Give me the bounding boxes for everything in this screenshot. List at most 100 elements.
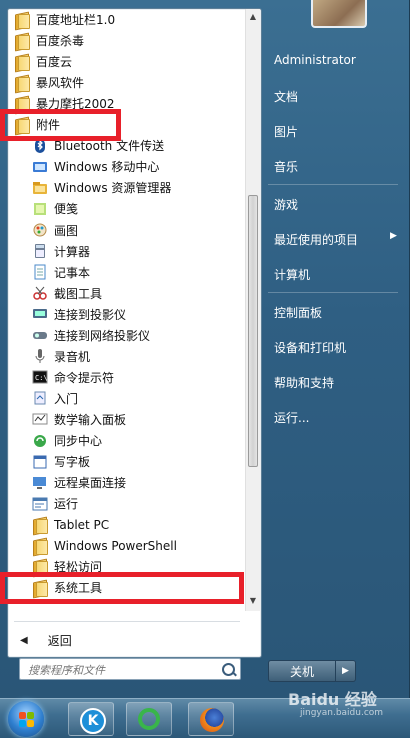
sticky-notes-icon (32, 201, 48, 217)
program-item[interactable]: 百度杀毒 (8, 30, 244, 51)
back-button[interactable]: ◀ 返回 (16, 629, 72, 651)
program-item[interactable]: 同步中心 (8, 430, 244, 451)
program-item[interactable]: Tablet PC (8, 514, 244, 535)
start-button[interactable] (8, 701, 44, 737)
program-item-label: 百度地址栏1.0 (36, 13, 116, 27)
programs-pane: 百度地址栏1.0 百度杀毒 百度云 暴风软件 暴力摩托2002 附件 Bluetooth 文… (7, 8, 262, 658)
run-icon (32, 496, 48, 512)
shutdown-button[interactable]: 关机 (268, 660, 336, 682)
program-item-label: 截图工具 (54, 286, 103, 301)
program-item-label: 连接到投影仪 (54, 307, 127, 322)
folder-icon (32, 538, 48, 555)
program-item-label: Windows 移动中心 (54, 160, 160, 175)
firefox-icon (200, 708, 224, 732)
program-item-label: 百度杀毒 (36, 34, 85, 49)
program-item[interactable]: C:\ 命令提示符 (8, 367, 244, 388)
program-item-label: 入门 (54, 391, 79, 406)
browser-e-icon (138, 708, 160, 730)
program-item-label: 写字板 (54, 455, 91, 470)
program-item-label: 命令提示符 (54, 370, 115, 385)
program-item[interactable]: 远程桌面连接 (8, 472, 244, 493)
program-item-label: 运行 (54, 497, 79, 512)
divider (268, 184, 398, 185)
program-item[interactable]: 暴风软件 (8, 72, 244, 93)
cmd-icon: C:\ (32, 369, 48, 385)
search-input[interactable] (26, 662, 215, 679)
right-item-games[interactable]: 游戏 (274, 196, 298, 213)
user-avatar[interactable] (311, 0, 367, 28)
search-box[interactable] (19, 658, 241, 680)
program-item[interactable]: 写字板 (8, 451, 244, 472)
right-item-music[interactable]: 音乐 (274, 158, 298, 175)
right-item-devices-printers[interactable]: 设备和打印机 (274, 339, 346, 356)
back-label: 返回 (47, 633, 72, 648)
folder-icon (32, 517, 48, 534)
program-item-label: 数学输入面板 (54, 412, 127, 427)
windows-logo-icon (27, 720, 34, 727)
program-item[interactable]: 便笺 (8, 198, 244, 219)
mobility-center-icon (32, 159, 48, 175)
program-item[interactable]: 数学输入面板 (8, 409, 244, 430)
right-item-computer[interactable]: 计算机 (274, 266, 310, 283)
taskbar-app-browser[interactable] (126, 702, 172, 736)
right-item-documents[interactable]: 文档 (274, 88, 298, 105)
taskbar-app-kugou[interactable]: K (68, 702, 114, 736)
getting-started-icon (32, 390, 48, 406)
explorer-icon (32, 180, 48, 196)
program-item[interactable]: 百度地址栏1.0 (8, 9, 244, 30)
program-item-label: 同步中心 (54, 434, 103, 448)
right-item-recent-items[interactable]: 最近使用的项目 (274, 231, 358, 248)
program-item[interactable]: 截图工具 (8, 283, 244, 304)
program-item[interactable]: 录音机 (8, 346, 244, 367)
program-item[interactable]: 计算器 (8, 241, 244, 262)
chevron-right-icon: ▶ (390, 231, 397, 241)
calculator-icon (32, 243, 48, 259)
program-item-label: 百度云 (36, 55, 73, 70)
right-item-user[interactable]: Administrator (274, 53, 356, 67)
paint-icon (32, 222, 48, 238)
math-input-icon (32, 411, 48, 427)
right-item-run[interactable]: 运行... (274, 409, 309, 426)
program-item[interactable]: 记事本 (8, 262, 244, 283)
program-item[interactable]: 画图 (8, 220, 244, 241)
program-item[interactable]: 连接到网络投影仪 (8, 325, 244, 346)
divider (268, 292, 398, 293)
program-item-label: Tablet PC (54, 517, 110, 532)
highlight-accessories (0, 109, 121, 141)
microphone-icon (32, 348, 48, 364)
highlight-system-tools (0, 572, 244, 604)
program-item-label: Windows 资源管理器 (54, 181, 172, 196)
right-item-help-support[interactable]: 帮助和支持 (274, 374, 334, 391)
windows-logo-icon (27, 712, 34, 719)
program-item[interactable]: 连接到投影仪 (8, 304, 244, 325)
right-item-control-panel[interactable]: 控制面板 (274, 304, 322, 321)
program-item[interactable]: 入门 (8, 388, 244, 409)
network-projector-icon (32, 327, 48, 343)
program-item[interactable]: Windows 资源管理器 (8, 177, 244, 198)
right-item-pictures[interactable]: 图片 (274, 123, 298, 140)
program-item[interactable]: 运行 (8, 493, 244, 514)
program-list: 百度地址栏1.0 百度杀毒 百度云 暴风软件 暴力摩托2002 附件 Bluetooth 文… (8, 9, 244, 611)
scroll-thumb[interactable] (248, 195, 258, 467)
scroll-up-arrow-icon[interactable]: ▲ (246, 9, 260, 24)
scroll-down-arrow-icon[interactable]: ▼ (246, 593, 260, 608)
program-item-label: 暴风软件 (36, 76, 85, 91)
program-item[interactable]: Windows 移动中心 (8, 156, 244, 177)
folder-icon (14, 54, 30, 71)
folder-icon (14, 75, 30, 92)
shutdown-options-button[interactable]: ▶ (336, 660, 356, 682)
projector-icon (32, 306, 48, 322)
program-item[interactable]: Windows PowerShell (8, 535, 244, 556)
wordpad-icon (32, 454, 48, 470)
program-item[interactable]: 百度云 (8, 51, 244, 72)
search-icon[interactable] (222, 663, 235, 676)
program-item-label: 便笺 (54, 202, 79, 217)
back-arrow-icon: ◀ (20, 634, 28, 646)
program-item-label: 录音机 (54, 349, 91, 364)
taskbar-app-firefox[interactable] (188, 702, 234, 736)
watermark-url: jingyan.baidu.com (300, 708, 384, 718)
program-item-label: 连接到网络投影仪 (54, 328, 151, 343)
program-list-scrollbar[interactable]: ▲ ▼ (245, 9, 260, 611)
kugou-icon: K (80, 708, 106, 734)
windows-logo-icon (19, 720, 26, 727)
